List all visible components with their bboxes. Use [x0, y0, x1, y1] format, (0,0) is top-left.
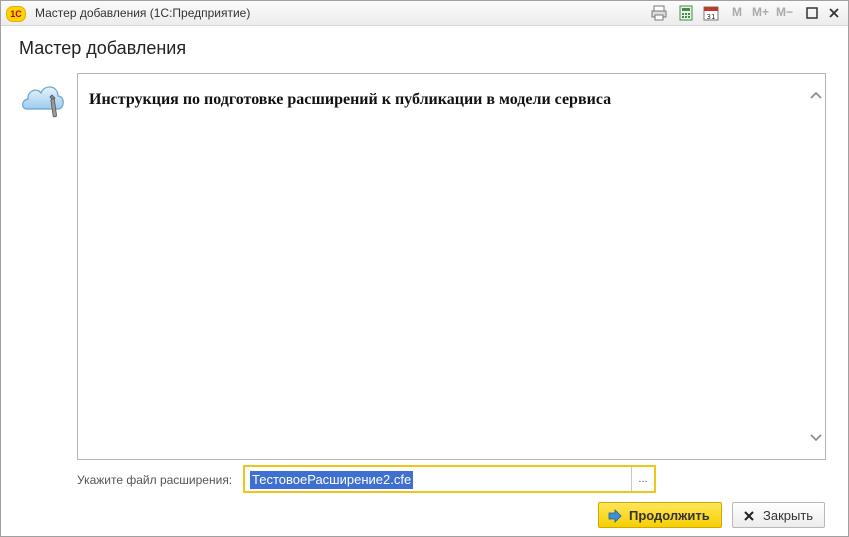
- calendar-icon[interactable]: 31: [703, 5, 719, 21]
- chevron-up-icon[interactable]: [810, 90, 822, 100]
- app-logo[interactable]: 1С: [6, 6, 26, 22]
- close-icon: [744, 511, 754, 521]
- close-button[interactable]: Закрыть: [732, 502, 825, 528]
- close-button-label: Закрыть: [763, 508, 814, 523]
- print-icon[interactable]: [651, 5, 667, 21]
- svg-text:31: 31: [707, 13, 716, 21]
- extension-file-field[interactable]: ТестовоеРасширение2.cfe ...: [243, 465, 656, 493]
- file-label: Укажите файл расширения:: [77, 473, 233, 487]
- memory-plus-button[interactable]: M+: [752, 5, 769, 19]
- memory-button[interactable]: M: [732, 5, 742, 19]
- memory-minus-button[interactable]: M−: [776, 5, 793, 19]
- chevron-down-icon[interactable]: [810, 433, 822, 443]
- maximize-button[interactable]: [804, 5, 820, 21]
- instruction-panel[interactable]: Инструкция по подготовке расширений к пу…: [77, 73, 826, 460]
- calculator-icon[interactable]: [678, 5, 694, 21]
- window-title: Мастер добавления (1С:Предприятие): [35, 6, 251, 20]
- wizard-window: 1С Мастер добавления (1С:Предприятие) 31…: [0, 0, 849, 537]
- continue-button[interactable]: Продолжить: [598, 502, 722, 528]
- extension-file-input[interactable]: ТестовоеРасширение2.cfe: [250, 471, 414, 489]
- instruction-title: Инструкция по подготовке расширений к пу…: [89, 91, 612, 108]
- title-bar: 1С Мастер добавления (1С:Предприятие) 31…: [1, 1, 848, 26]
- cloud-wrench-icon: [22, 86, 64, 118]
- arrow-right-icon: [608, 509, 622, 523]
- select-file-button[interactable]: ...: [631, 467, 654, 491]
- close-window-button[interactable]: [826, 5, 842, 21]
- continue-button-label: Продолжить: [629, 508, 710, 523]
- form-title: Мастер добавления: [19, 38, 187, 58]
